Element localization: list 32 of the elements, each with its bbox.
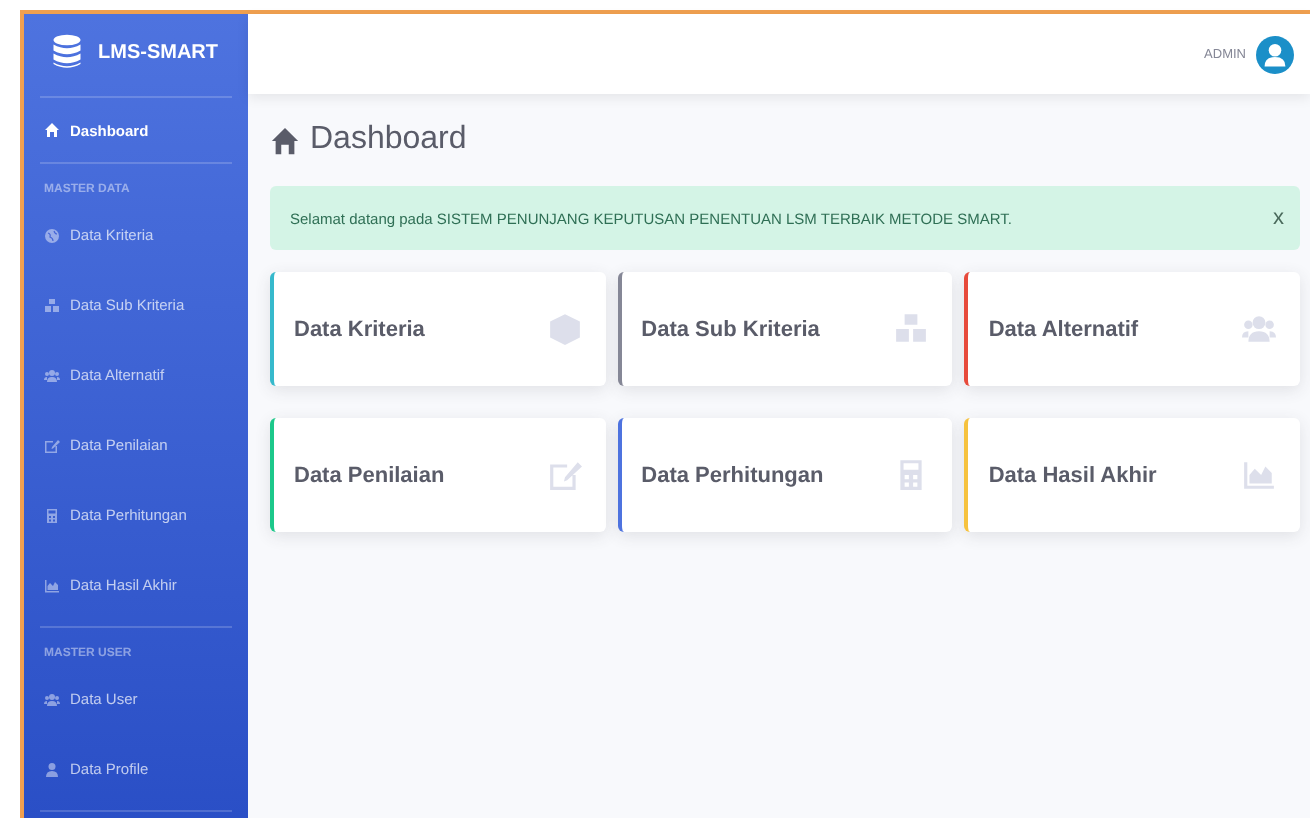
brand-name: LMS-SMART [98, 41, 218, 63]
card[interactable]: Data Perhitungan [617, 418, 953, 532]
card[interactable]: Data Kriteria [270, 272, 606, 386]
user-icon [44, 761, 60, 777]
close-button[interactable]: x [1273, 206, 1284, 230]
cube-icon [547, 312, 582, 346]
users-icon [44, 691, 60, 707]
card-label: Data Alternatif [988, 317, 1139, 341]
card-label: Data Penilaian [294, 463, 445, 487]
edit-icon [547, 458, 582, 492]
cubes-icon [44, 297, 60, 313]
chart-icon [1242, 458, 1276, 492]
card[interactable]: Data Hasil Akhir [964, 418, 1300, 532]
card-label: Data Sub Kriteria [641, 317, 820, 341]
cubes-icon [894, 312, 929, 346]
users-icon [44, 367, 60, 383]
card[interactable]: Data Sub Kriteria [617, 272, 953, 386]
home-icon [270, 125, 300, 155]
card[interactable]: Data Penilaian [270, 418, 606, 532]
edit-icon [44, 437, 60, 453]
globe-icon [44, 227, 60, 243]
card-label: Data Kriteria [294, 317, 425, 341]
avatar-icon[interactable] [1256, 35, 1294, 73]
database-icon [52, 32, 82, 72]
chart-icon [44, 577, 60, 593]
card-label: Data Hasil Akhir [988, 463, 1157, 487]
calculator-icon [44, 507, 60, 523]
page-title: Dashboard [310, 122, 467, 158]
users-icon [1242, 312, 1276, 346]
card-label: Data Perhitungan [641, 463, 824, 487]
home-icon [44, 122, 60, 138]
card[interactable]: Data Alternatif [964, 272, 1300, 386]
